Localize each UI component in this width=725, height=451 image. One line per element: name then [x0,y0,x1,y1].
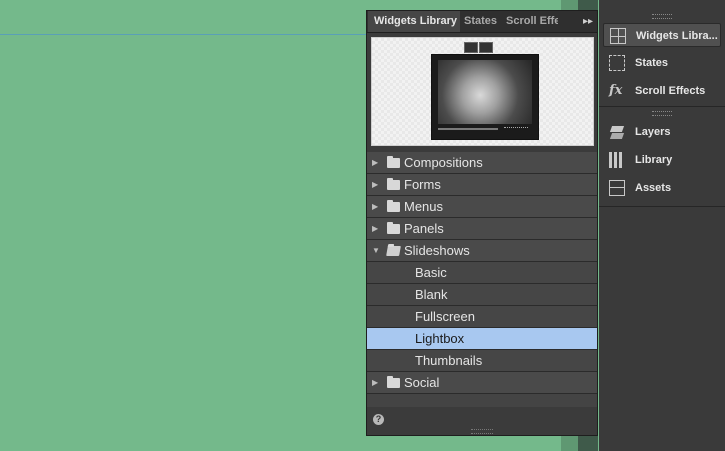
folder-label: Social [404,375,440,390]
panel-tab-bar: Widgets Library States Scroll Effe ▸▸ [367,11,597,33]
widget-item-basic[interactable]: Basic [367,262,597,284]
tab-states[interactable]: States [464,11,504,32]
widget-label: Basic [415,265,447,280]
folder-menus[interactable]: ▶ Menus [367,196,597,218]
layers-icon [609,124,625,140]
dock-states-button[interactable]: States [603,51,721,75]
folder-label: Slideshows [404,243,470,258]
folder-label: Menus [404,199,444,214]
disclosure-right-icon[interactable]: ▶ [372,152,380,173]
tab-scroll-effects[interactable]: Scroll Effe [506,11,558,32]
dock-widgets-library-button[interactable]: Widgets Libra... [603,23,721,47]
states-icon [609,55,625,71]
dock-separator [599,106,725,107]
disclosure-right-icon[interactable]: ▶ [372,196,380,217]
dock-label: Assets [635,182,672,194]
dock-separator [599,206,725,207]
help-icon[interactable]: ? [373,414,384,425]
folder-social[interactable]: ▶ Social [367,372,597,394]
preview-controls [504,127,528,132]
dock-label: Library [635,154,673,166]
open-folder-icon [386,246,401,256]
disclosure-right-icon[interactable]: ▶ [372,372,380,393]
folder-icon [387,376,400,388]
folder-label: Forms [404,177,441,192]
widgets-library-panel: Widgets Library States Scroll Effe ▸▸ ▶ … [366,10,598,436]
dock-layers-button[interactable]: Layers [603,120,721,144]
preview-thumbnails [464,40,506,71]
right-panel-dock: Widgets Libra... States fx Scroll Effect… [599,0,725,451]
disclosure-right-icon[interactable]: ▶ [372,174,380,195]
assets-icon [609,180,625,196]
dock-scroll-effects-button[interactable]: fx Scroll Effects [603,79,721,103]
dock-assets-button[interactable]: Assets [603,176,721,200]
lotus-photo-image [438,60,532,124]
widget-label: Fullscreen [415,309,475,324]
folder-icon [387,200,400,212]
dock-label: Widgets Libra... [636,30,718,42]
folder-icon [387,156,400,168]
dock-label: Layers [635,126,671,138]
widget-preview [371,37,594,146]
dock-library-button[interactable]: Library [603,148,721,172]
preview-caption [438,128,498,130]
lightbox-preview-frame [431,54,539,140]
dock-grip[interactable] [652,14,672,19]
widget-label: Blank [415,287,448,302]
folder-compositions[interactable]: ▶ Compositions [367,152,597,174]
folder-panels[interactable]: ▶ Panels [367,218,597,240]
widget-label: Lightbox [415,331,465,346]
disclosure-down-icon[interactable]: ▼ [372,240,380,261]
folder-label: Panels [404,221,444,236]
dock-label: Scroll Effects [635,85,706,97]
guide-line[interactable] [0,34,368,35]
folder-forms[interactable]: ▶ Forms [367,174,597,196]
folder-icon [387,222,400,234]
widget-item-thumbnails[interactable]: Thumbnails [367,350,597,372]
fx-icon: fx [609,83,623,98]
library-icon [609,152,625,168]
folder-slideshows[interactable]: ▼ Slideshows [367,240,597,262]
panel-menu-icon[interactable]: ▸▸ [579,11,597,32]
widget-item-fullscreen[interactable]: Fullscreen [367,306,597,328]
tab-widgets-library[interactable]: Widgets Library [368,11,460,32]
dock-grip[interactable] [652,111,672,116]
widgets-tree: ▶ Compositions ▶ Forms ▶ Menus ▶ Panels … [367,152,597,416]
widget-item-blank[interactable]: Blank [367,284,597,306]
disclosure-right-icon[interactable]: ▶ [372,218,380,239]
folder-icon [387,178,400,190]
resize-grip[interactable] [471,429,493,434]
widget-label: Thumbnails [415,353,483,368]
folder-label: Compositions [404,155,483,170]
widget-item-lightbox[interactable]: Lightbox [367,328,597,350]
dock-label: States [635,57,669,69]
widgets-library-icon [610,28,626,44]
panel-footer: ? [367,407,597,435]
